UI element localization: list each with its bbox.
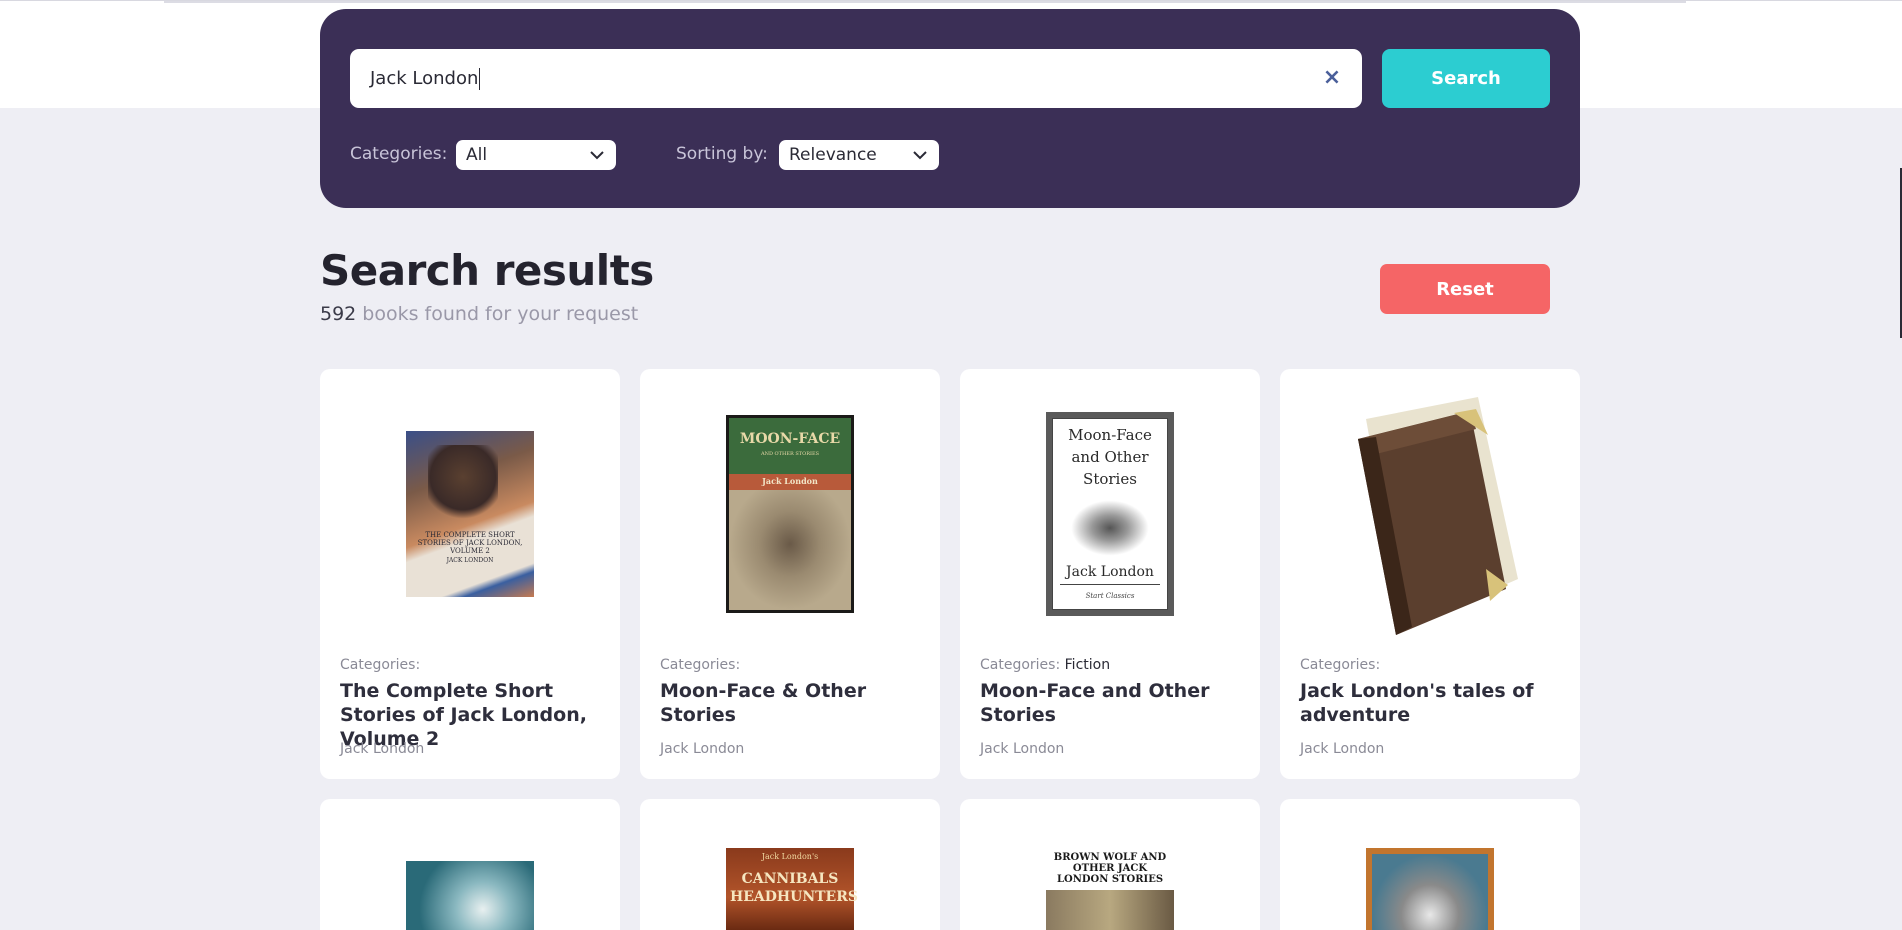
cover-subtitle-text: AND OTHER STORIES [760, 451, 820, 457]
category-value: Fiction [1064, 657, 1111, 673]
book-author: Jack London [980, 741, 1065, 757]
cover-figure [428, 445, 498, 525]
cover-rule [1060, 584, 1160, 585]
search-button[interactable]: Search [1382, 49, 1550, 108]
search-query-text: Jack London [370, 68, 479, 89]
cover-wolf-photo [1372, 854, 1488, 930]
cover-title-text: MOON-FACE [739, 431, 841, 447]
results-count-suffix: books found for your request [356, 303, 639, 325]
book-card[interactable]: Categories: Jack London's tales of adven… [1280, 369, 1580, 779]
book-author: Jack London [340, 741, 425, 757]
cover-author-text: Jack London's [761, 852, 819, 861]
book-categories: Categories: [660, 657, 740, 673]
page-title: Search results [320, 246, 654, 295]
categories-label: Categories: [1300, 657, 1381, 673]
cover-author-text: JACK LONDON [446, 557, 494, 564]
book-author: Jack London [660, 741, 745, 757]
cover-publisher-text: Start Classics [1085, 592, 1135, 600]
book-cover-image: THE COMPLETE SHORT STORIES OF JACK LONDO… [406, 431, 534, 597]
generic-book-icon [1358, 397, 1518, 635]
categories-value: All [466, 145, 488, 165]
sorting-label: Sorting by: [676, 144, 768, 164]
results-count: 592 books found for your request [320, 303, 638, 325]
header-divider [164, 1, 1686, 3]
text-caret [479, 67, 481, 90]
book-cover-image: BROWN WOLF AND OTHER JACK LONDON STORIES [1046, 848, 1174, 930]
cover-photo [1046, 890, 1174, 930]
cover-title-text: BROWN WOLF AND OTHER JACK LONDON STORIES [1053, 852, 1167, 885]
close-icon[interactable]: × [1322, 67, 1342, 89]
book-categories: Categories: [1300, 657, 1380, 673]
reset-button[interactable]: Reset [1380, 264, 1550, 314]
categories-label: Categories: [340, 657, 421, 673]
book-card[interactable] [1280, 799, 1580, 930]
book-categories: Categories: Fiction [980, 657, 1110, 673]
book-card[interactable]: Moon-Face and Other Stories Jack London … [960, 369, 1260, 779]
cover-title-text: THE COMPLETE SHORT STORIES OF JACK LONDO… [417, 531, 523, 555]
cover-author-text: Jack London [762, 476, 818, 486]
book-card[interactable]: Jack London's CANNIBALS HEADHUNTERS [640, 799, 940, 930]
book-card[interactable] [320, 799, 620, 930]
cover-portrait [729, 490, 851, 610]
book-cover-image: Jack London's CANNIBALS HEADHUNTERS [726, 848, 858, 930]
book-card[interactable]: BROWN WOLF AND OTHER JACK LONDON STORIES [960, 799, 1260, 930]
book-author: Jack London [1300, 741, 1385, 757]
results-count-number: 592 [320, 303, 357, 325]
book-categories: Categories: [340, 657, 420, 673]
cover-title-text: CANNIBALS HEADHUNTERS [730, 871, 858, 905]
book-cover-image [406, 861, 534, 930]
search-input[interactable]: Jack London × [350, 49, 1362, 108]
book-title[interactable]: Moon-Face & Other Stories [660, 679, 932, 727]
book-title[interactable]: Jack London's tales of adventure [1300, 679, 1572, 727]
book-cover-image: Moon-Face and Other Stories Jack London … [1046, 412, 1174, 616]
sorting-value: Relevance [789, 145, 877, 165]
book-cover-image [1366, 848, 1494, 930]
book-cover-image: MOON-FACE AND OTHER STORIES Jack London [726, 415, 854, 613]
chevron-down-icon [590, 151, 604, 160]
categories-label: Categories: [980, 657, 1061, 673]
cover-illustration [1068, 498, 1152, 558]
sorting-select[interactable]: Relevance [779, 140, 939, 170]
categories-label: Categories: [660, 657, 741, 673]
book-card[interactable]: MOON-FACE AND OTHER STORIES Jack London … [640, 369, 940, 779]
cover-title-text: Moon-Face and Other Stories [1068, 426, 1152, 488]
chevron-down-icon [913, 151, 927, 160]
categories-label: Categories: [350, 144, 448, 164]
categories-select[interactable]: All [456, 140, 616, 170]
search-panel: Jack London × Search Categories: All Sor… [320, 9, 1580, 208]
cover-author-text: Jack London [1066, 564, 1154, 580]
book-card[interactable]: THE COMPLETE SHORT STORIES OF JACK LONDO… [320, 369, 620, 779]
book-title[interactable]: Moon-Face and Other Stories [980, 679, 1252, 727]
